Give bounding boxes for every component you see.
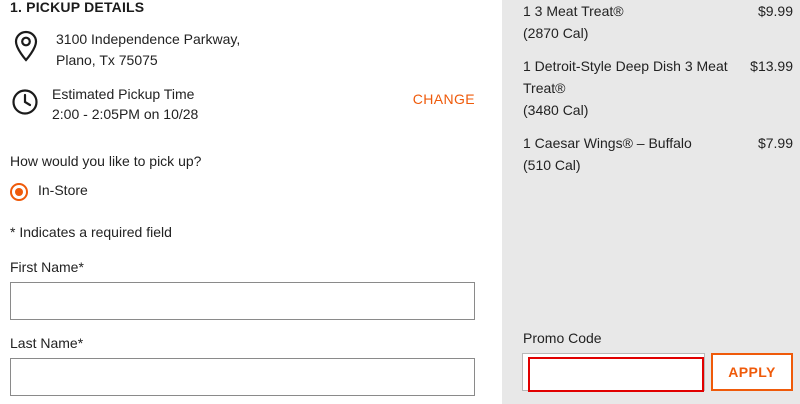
- required-field-note: * Indicates a required field: [10, 224, 172, 240]
- address-line-1: 3100 Independence Parkway,: [56, 31, 241, 47]
- map-pin-icon: [13, 30, 39, 62]
- address-line-2: Plano, Tx 75075: [56, 52, 158, 68]
- estimated-pickup-label: Estimated Pickup Time: [52, 86, 195, 102]
- first-name-input[interactable]: [10, 282, 475, 320]
- section-title: 1. PICKUP DETAILS: [10, 0, 145, 15]
- in-store-label[interactable]: In-Store: [38, 182, 88, 198]
- order-item-name: 1 3 Meat Treat®: [523, 3, 624, 19]
- order-item: 1 3 Meat Treat® (2870 Cal): [523, 0, 733, 44]
- pickup-method-question: How would you like to pick up?: [10, 153, 202, 169]
- order-item-calories: (3480 Cal): [523, 102, 589, 118]
- change-pickup-time-link[interactable]: CHANGE: [413, 91, 475, 107]
- estimated-pickup-value: 2:00 - 2:05PM on 10/28: [52, 106, 199, 122]
- first-name-label: First Name*: [10, 259, 84, 275]
- order-item-calories: (2870 Cal): [523, 25, 589, 41]
- pickup-details-panel: 1. PICKUP DETAILS 3100 Independence Park…: [0, 0, 502, 404]
- clock-icon: [11, 88, 39, 116]
- in-store-radio[interactable]: [10, 183, 28, 201]
- promo-code-input[interactable]: [522, 353, 705, 391]
- order-item-name: 1 Caesar Wings® – Buffalo: [523, 135, 692, 151]
- promo-code-label: Promo Code: [523, 330, 602, 346]
- last-name-label: Last Name*: [10, 335, 84, 351]
- order-item-price: $13.99: [750, 58, 793, 74]
- order-item-name: 1 Detroit-Style Deep Dish 3 Meat Treat®: [523, 58, 728, 96]
- order-item-price: $9.99: [757, 3, 793, 19]
- order-item-price: $7.99: [757, 135, 793, 151]
- order-item: 1 Detroit-Style Deep Dish 3 Meat Treat® …: [523, 55, 733, 121]
- apply-promo-button[interactable]: APPLY: [711, 353, 793, 391]
- last-name-input[interactable]: [10, 358, 475, 396]
- order-item: 1 Caesar Wings® – Buffalo (510 Cal): [523, 132, 733, 176]
- order-item-calories: (510 Cal): [523, 157, 581, 173]
